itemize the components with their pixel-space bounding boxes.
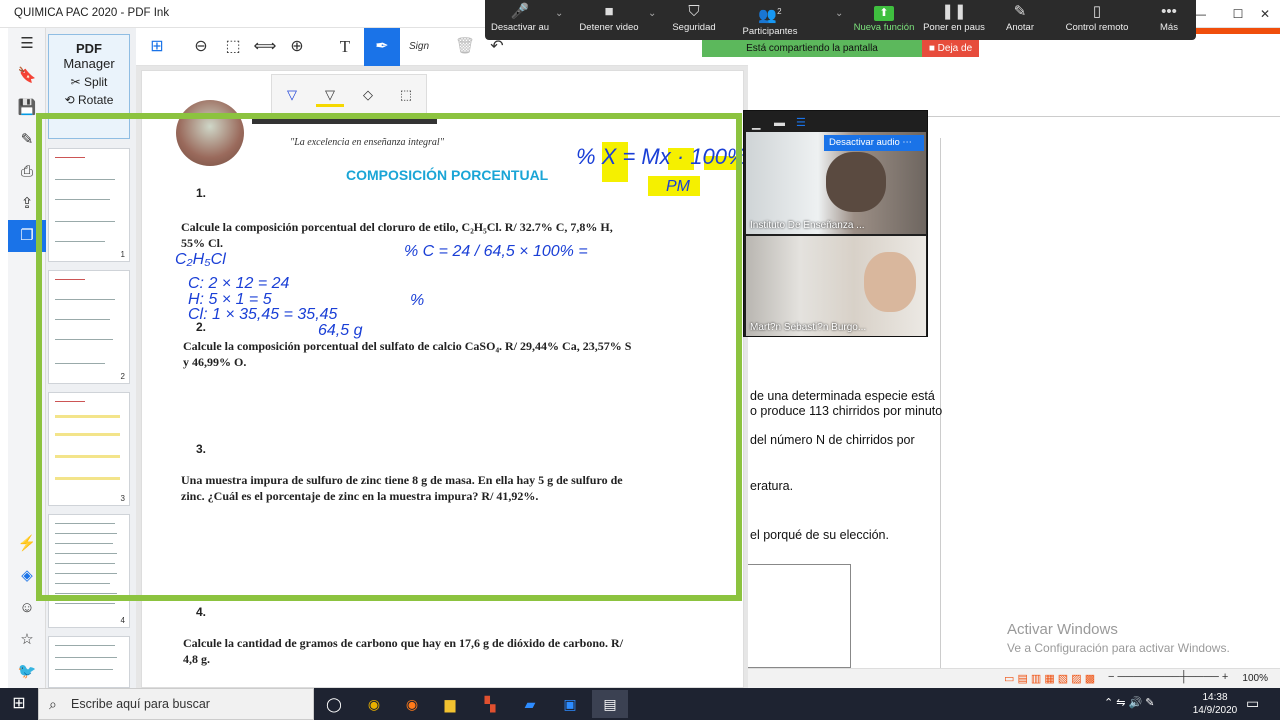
zoom-meeting-toolbar: 🎤 Desactivar au ⌄ ■ Detener video ⌄ ⛉ Se… [485,0,1196,40]
notifications-icon[interactable]: ▭ [1246,695,1259,712]
taskbar-clock[interactable]: 14:38 14/9/2020 [1190,691,1240,717]
bg-text-line: o produce 113 chirridos por minuto [750,404,943,418]
chrome-icon[interactable]: ◉ [356,690,392,718]
eraser-icon[interactable]: ◇ [354,83,382,107]
scissors-icon: ✂ [70,75,85,89]
participants-icon: 👥2 [758,7,782,24]
bg-text-line: el porqué de su elección. [750,528,889,542]
selection-icon[interactable]: ⬚ [392,83,420,107]
close-button[interactable]: ✕ [1245,0,1280,28]
background-figure-box [748,564,851,668]
sharing-indicator: Está compartiendo la pantalla [702,40,922,57]
twitter-icon[interactable]: 🐦 [8,656,46,688]
highlighter-icon[interactable]: ▽ [316,83,344,107]
stop-share-button[interactable]: ■ Deja de [922,40,979,57]
stop-icon: ■ [928,43,938,54]
more-icon: ••• [1161,3,1177,20]
activate-windows-subtitle: Ve a Configuración para activar Windows. [1007,641,1230,655]
pause-share-button[interactable]: ❚❚ Poner en paus [921,2,987,38]
view-modes-icon[interactable]: ▭ ▤ ▥ ▦ ▧ ▨ ▩ [1004,672,1095,685]
pen-tool-icon[interactable]: ✒ [364,28,400,66]
pdf-manager-subtitle: Manager [63,56,115,71]
draw-tools-popup: ▽ ▽ ◇ ⬚ [271,74,427,114]
pen-icon[interactable]: ▽ [278,83,306,107]
hamburger-icon[interactable]: ☰ [8,28,46,60]
zoom-app-icon[interactable]: ▣ [552,690,588,718]
fit-width-icon[interactable]: ⟺ [250,32,280,62]
search-placeholder: Escribe aquí para buscar [71,697,210,711]
pause-icon: ❚❚ [941,3,967,20]
zoom-out-icon[interactable]: ⊖ [186,32,216,62]
pdf-manager-title: PDF [76,41,102,56]
mute-button[interactable]: 🎤 Desactivar au [489,2,551,38]
taskbar-search[interactable]: ⌕ Escribe aquí para buscar [38,688,314,720]
background-statusbar: ▭ ▤ ▥ ▦ ▧ ▨ ▩ − ────────┼──── + 100% [748,668,1280,688]
clock-time: 14:38 [1202,692,1228,703]
remote-control-button[interactable]: ▯ Control remoto [1059,2,1135,38]
page-add-icon[interactable]: ⊞ [142,32,172,62]
clock-date: 14/9/2020 [1192,705,1238,716]
window-title: QUIMICA PAC 2020 - PDF Ink [14,7,170,19]
windows-taskbar: ⊞ ⌕ Escribe aquí para buscar ◯ ◉ ◉ ▆ ▚ ▰… [0,688,1280,720]
screen-share-frame [36,113,742,601]
fit-page-icon[interactable]: ⬚ [218,32,248,62]
task-view-icon[interactable]: ◯ [316,690,352,718]
chevron-down-icon[interactable]: ⌄ [648,8,656,19]
mute-audio-popup[interactable]: Desactivar audio ⋯ [824,135,924,151]
bookmark-icon[interactable]: 🔖 [8,60,46,92]
thumbnail-number: 4 [120,616,125,625]
bg-text-line: del número N de chirridos por [750,433,915,447]
system-tray-icons[interactable]: ⌃ ⇋ 🔊 ✎ [1104,696,1155,709]
split-button[interactable]: ✂ Split [49,75,129,89]
microphone-icon: 🎤 [510,3,530,20]
sharing-status-text: Está compartiendo la pantalla [746,43,878,54]
share-screen-icon: ⬆ [874,6,894,21]
participant-video[interactable]: Mart?n Sebasti?n Burgo... [746,236,926,336]
security-button[interactable]: ⛉ Seguridad [663,2,725,38]
participant-face [826,152,886,212]
stop-video-button[interactable]: ■ Detener video [573,2,645,38]
participants-count: 2 [777,7,782,16]
shield-icon: ⛉ [688,3,700,20]
annotate-button[interactable]: ✎ Anotar [995,2,1045,38]
gallery-view-icon[interactable]: ☰ [796,116,806,129]
participant-face [864,252,916,312]
file-explorer-icon[interactable]: ▆ [432,690,468,718]
chevron-down-icon[interactable]: ⌄ [835,8,843,19]
bg-text-line: eratura. [750,479,794,493]
new-share-button[interactable]: ⬆ Nueva función [849,2,919,38]
windows-start-icon[interactable]: ⊞ [0,688,38,720]
video-camera-icon: ■ [604,3,614,20]
sign-icon[interactable]: Sign [404,32,434,62]
question-text: Calcule la cantidad de gramos de carbono… [183,636,624,666]
activate-windows-title: Activar Windows [1007,621,1118,638]
pdf-ink-app-icon[interactable]: ▤ [592,690,628,718]
rotate-button[interactable]: ⟲ Rotate [49,93,129,107]
bg-text-line: de una determinada especie está [750,389,935,403]
pdf-app-icon[interactable]: ▚ [472,690,508,718]
page-thumbnail[interactable] [48,636,130,688]
participant-name: Instituto De Enseñanza ... [750,220,865,231]
participant-name: Mart?n Sebasti?n Burgo... [750,322,867,333]
annotate-pen-icon: ✎ [1013,3,1027,20]
firefox-icon[interactable]: ◉ [394,690,430,718]
search-icon: ⌕ [49,696,57,712]
question-number: 4. [196,605,207,619]
zoom-level: 100% [1242,673,1268,684]
zoom-in-icon[interactable]: ⊕ [282,32,312,62]
background-page-edge [940,138,970,668]
more-button[interactable]: ••• Más [1147,2,1191,38]
single-video-icon[interactable]: ▬ [774,117,785,129]
rotate-icon: ⟲ [64,93,79,107]
minimize-video-icon[interactable]: ▁ [752,117,760,130]
delete-icon[interactable]: 🗑 [450,32,480,62]
text-tool-icon[interactable]: T [330,32,360,62]
whiteboard-icon[interactable]: ▰ [512,690,548,718]
zoom-slider[interactable]: − ────────┼──── + [1108,671,1228,683]
participants-button[interactable]: 👥2 Participantes [735,2,805,38]
chevron-down-icon[interactable]: ⌄ [555,8,563,19]
mouse-icon: ▯ [1092,3,1102,20]
star-icon[interactable]: ☆ [8,624,46,656]
